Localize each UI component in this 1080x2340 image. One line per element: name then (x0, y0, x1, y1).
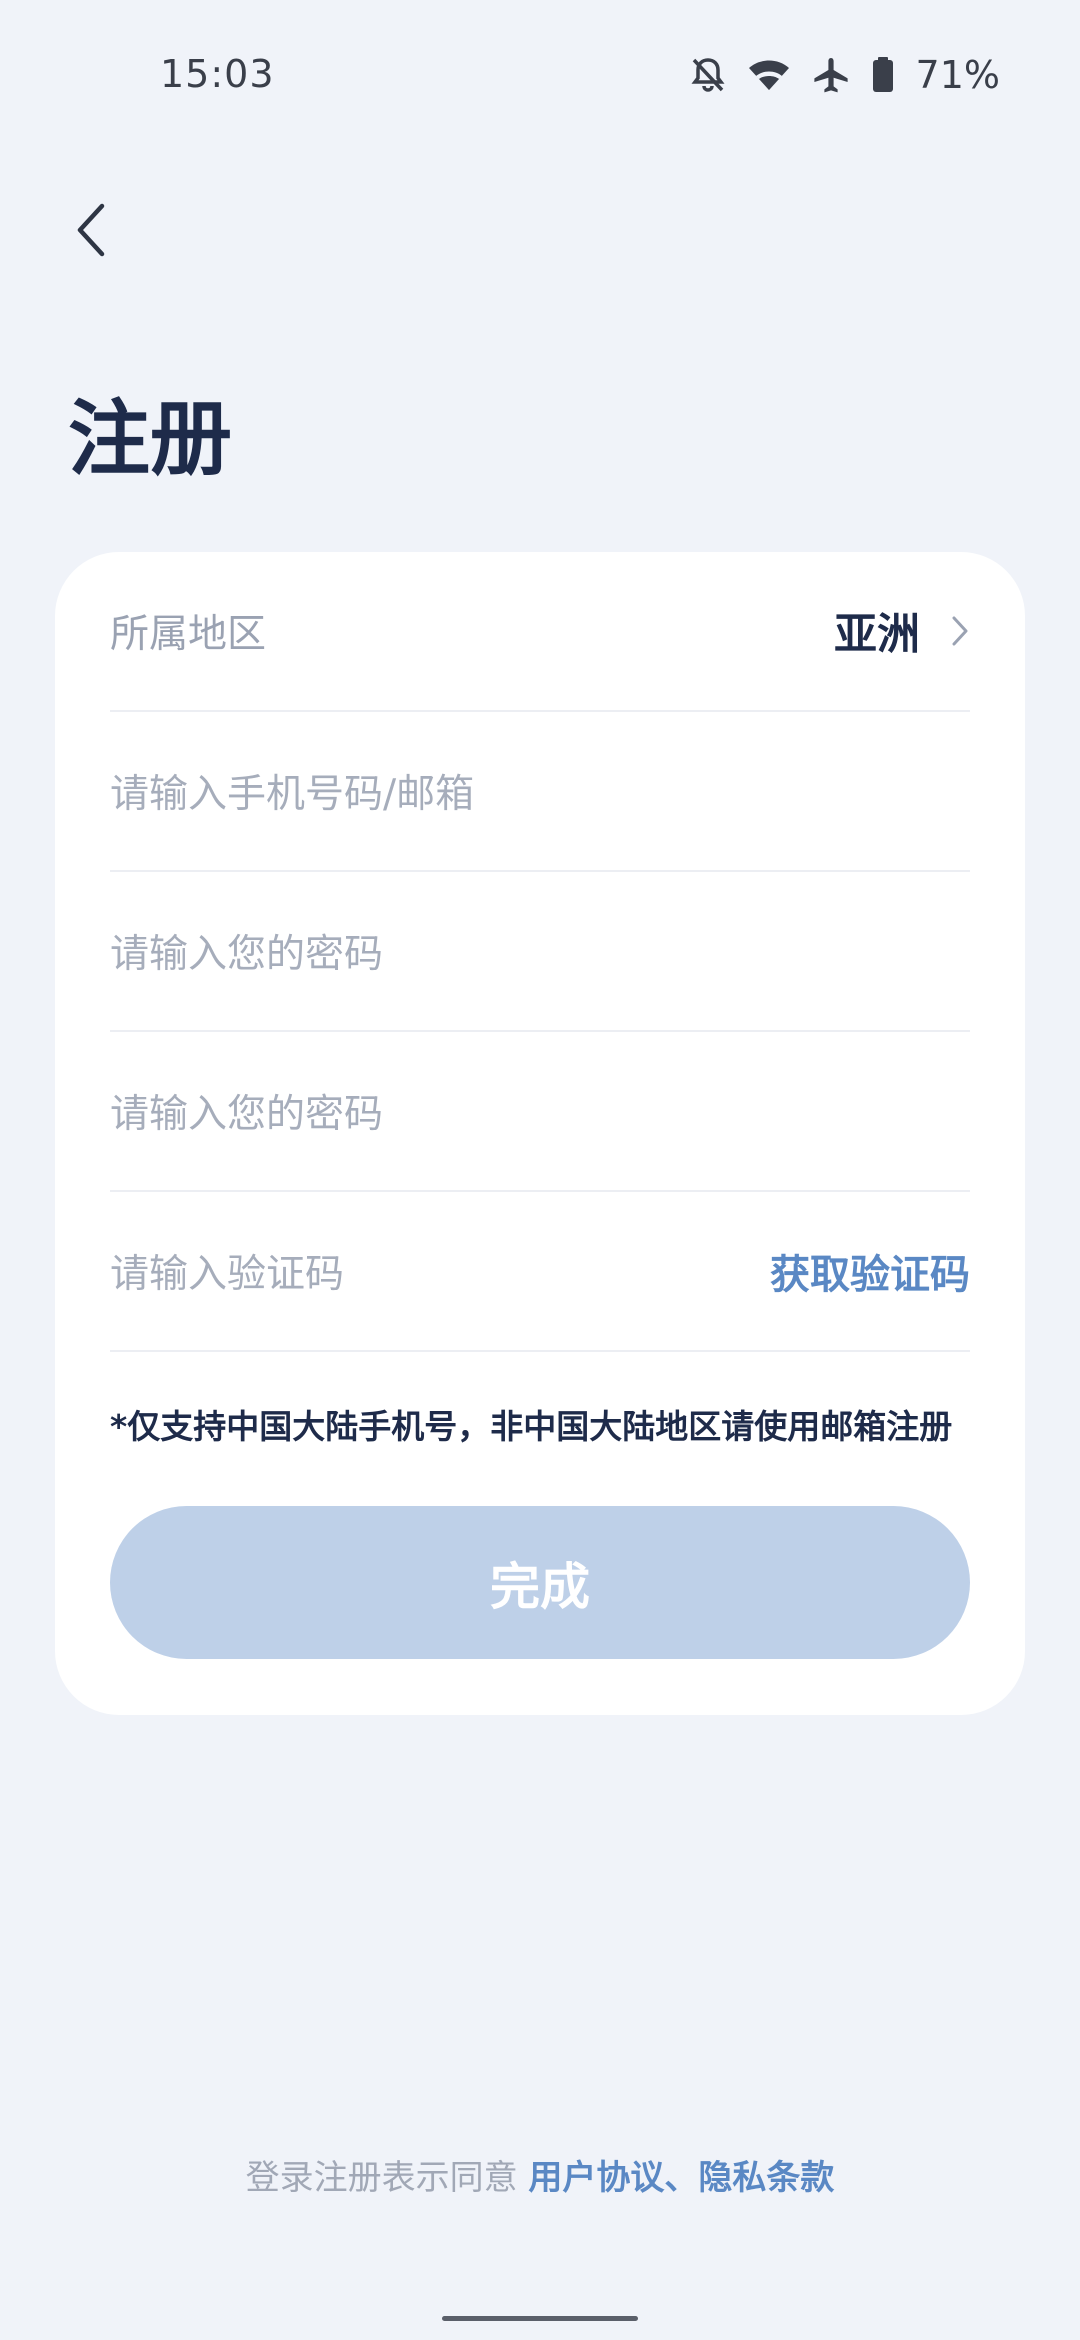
chevron-right-icon (952, 616, 968, 646)
terms-link[interactable]: 用户协议 (528, 2158, 664, 2198)
status-icons: 71% (690, 52, 1000, 98)
password-placeholder: 请输入您的密码 (110, 932, 384, 977)
privacy-link[interactable]: 隐私条款 (698, 2158, 834, 2198)
phone-notice: *仅支持中国大陆手机号，非中国大陆地区请使用邮箱注册 (110, 1407, 953, 1446)
page-title: 注册 (68, 392, 233, 487)
bell-off-icon (690, 56, 726, 94)
password-field[interactable]: 请输入您的密码 (110, 872, 970, 1032)
wifi-icon (748, 58, 790, 92)
agreement-separator: 、 (664, 2158, 699, 2198)
submit-button[interactable]: 完成 (110, 1506, 970, 1659)
register-form-card: 所属地区 亚洲 请输入手机号码/邮箱 请输入您的密码 请输入您的密码 请输入验证… (55, 552, 1025, 1715)
region-value: 亚洲 (834, 610, 920, 660)
phone-email-field[interactable]: 请输入手机号码/邮箱 (110, 712, 970, 872)
agreement-text: 登录注册表示同意 用户协议、隐私条款 (0, 2150, 1080, 2199)
get-code-button[interactable]: 获取验证码 (770, 1242, 970, 1300)
region-selector[interactable]: 亚洲 (834, 600, 970, 662)
verification-code-field[interactable]: 请输入验证码 获取验证码 (110, 1192, 970, 1352)
region-label: 所属地区 (110, 612, 267, 657)
verification-code-placeholder: 请输入验证码 (110, 1252, 345, 1297)
battery-icon (872, 57, 894, 93)
home-indicator[interactable] (442, 2316, 638, 2321)
confirm-password-field[interactable]: 请输入您的密码 (110, 1032, 970, 1192)
phone-email-placeholder: 请输入手机号码/邮箱 (110, 772, 475, 817)
back-button[interactable] (50, 190, 130, 270)
battery-percent: 71% (915, 53, 1000, 97)
airplane-icon (812, 56, 850, 94)
register-screen: 15:03 71% 注册 所属地区 亚洲 请输入手机号码/邮箱 请输入您的密码 … (0, 0, 1080, 2340)
region-row[interactable]: 所属地区 亚洲 (110, 552, 970, 712)
confirm-password-placeholder: 请输入您的密码 (110, 1092, 384, 1137)
chevron-left-icon (77, 203, 105, 257)
agreement-prefix: 登录注册表示同意 (245, 2158, 529, 2198)
status-bar: 15:03 71% (0, 0, 1080, 150)
status-time: 15:03 (160, 52, 275, 96)
